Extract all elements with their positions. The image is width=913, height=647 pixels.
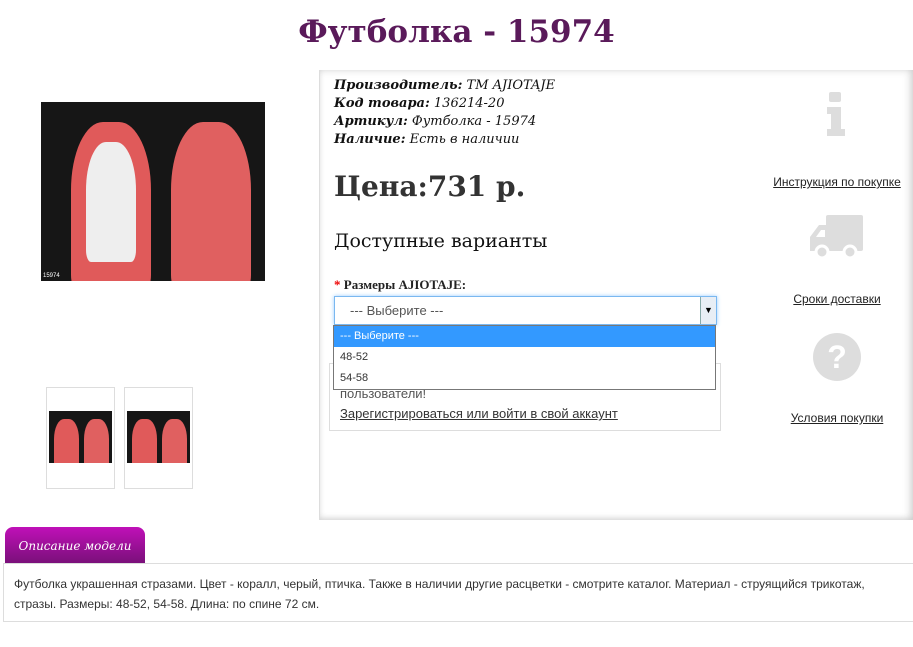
register-link[interactable]: Зарегистрироваться или войти в свой акка… xyxy=(340,406,618,421)
select-value: --- Выберите --- xyxy=(350,303,444,318)
side-item-delivery: Сроки доставки xyxy=(760,215,913,306)
option-choose[interactable]: --- Выберите --- xyxy=(334,326,715,347)
product-image[interactable]: 15974 xyxy=(41,102,265,281)
sku-label: Артикул: xyxy=(334,114,408,129)
terms-link[interactable]: Условия покупки xyxy=(791,411,884,425)
size-dropdown: --- Выберите --- 48-52 54-58 xyxy=(333,325,716,390)
sku-value: Футболка - 15974 xyxy=(407,114,537,129)
description: Футболка украшенная стразами. Цвет - кор… xyxy=(3,563,913,622)
manufacturer-label: Производитель: xyxy=(334,78,463,93)
instructions-link[interactable]: Инструкция по покупке xyxy=(773,175,901,189)
thumbnail-2[interactable] xyxy=(124,387,193,489)
variants-title: Доступные варианты xyxy=(334,230,548,252)
code-label: Код товара: xyxy=(334,96,430,111)
truck-icon xyxy=(810,215,863,260)
side-item-instructions: Инструкция по покупке xyxy=(760,90,913,189)
chevron-down-icon[interactable]: ▼ xyxy=(700,297,716,324)
code-value: 136214-20 xyxy=(429,96,505,111)
option-48-52[interactable]: 48-52 xyxy=(334,347,715,368)
price: Цена:731 р. xyxy=(334,170,526,203)
availability-label: Наличие: xyxy=(334,132,406,147)
option-54-58[interactable]: 54-58 xyxy=(334,368,715,389)
size-label: * Размеры AJIOTAJE: xyxy=(334,277,466,293)
side-item-terms: ? Условия покупки xyxy=(760,332,913,425)
delivery-link[interactable]: Сроки доставки xyxy=(793,292,880,306)
size-label-text: Размеры AJIOTAJE: xyxy=(343,277,467,292)
info-icon xyxy=(827,92,845,136)
product-info: Производитель: ТМ AJIOTAJE Код товара: 1… xyxy=(334,77,555,149)
tab-description[interactable]: Описание модели xyxy=(5,527,145,563)
image-code: 15974 xyxy=(43,273,60,279)
manufacturer-value: ТМ AJIOTAJE xyxy=(462,78,556,93)
svg-text:?: ? xyxy=(827,339,847,375)
page-title: Футболка - 15974 xyxy=(298,14,615,50)
availability-value: Есть в наличии xyxy=(405,132,520,147)
question-icon: ? xyxy=(813,333,861,381)
thumbnail-1[interactable] xyxy=(46,387,115,489)
required-mark: * xyxy=(334,277,341,292)
product-panel: Производитель: ТМ AJIOTAJE Код товара: 1… xyxy=(319,70,913,520)
size-select[interactable]: --- Выберите --- ▼ xyxy=(334,296,717,325)
